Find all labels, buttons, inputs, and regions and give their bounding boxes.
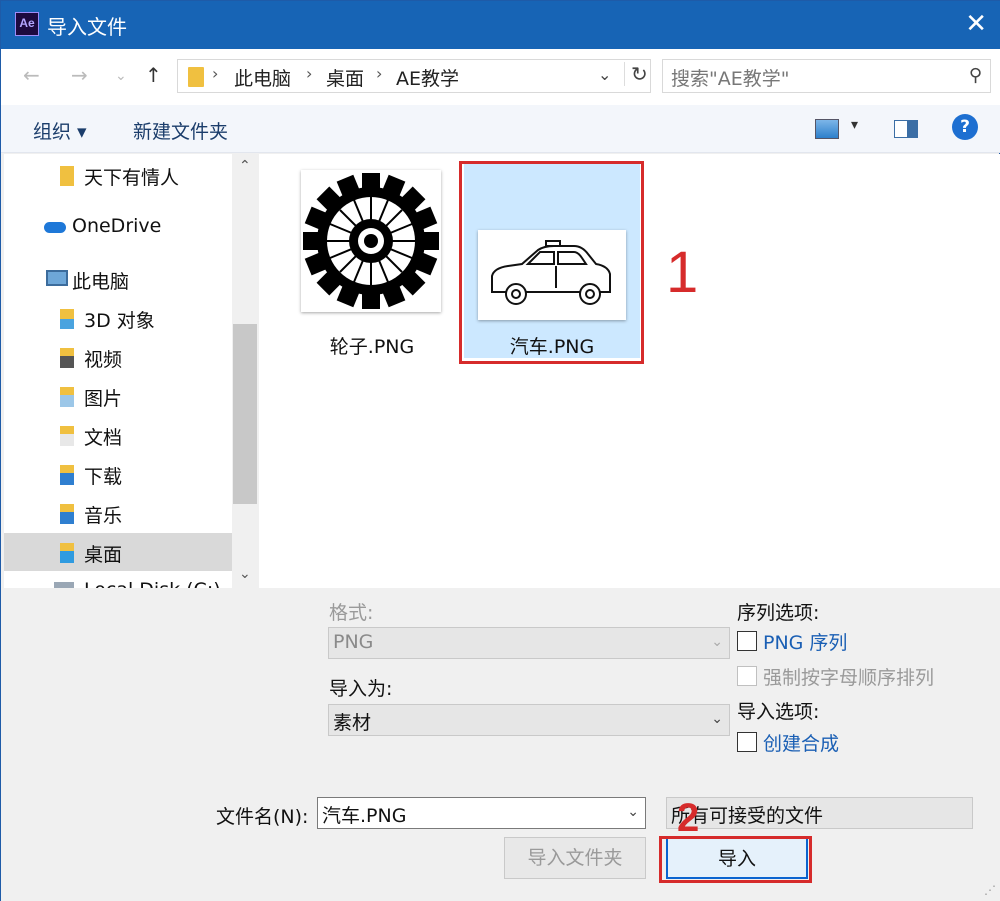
forward-arrow-icon[interactable]: →: [71, 63, 88, 87]
scroll-down-icon[interactable]: ⌄: [239, 566, 251, 582]
nav-item-label: 桌面: [84, 544, 123, 566]
nav-item-videos[interactable]: 视频: [4, 338, 232, 376]
refresh-icon[interactable]: ↻: [624, 62, 648, 86]
format-select: PNG ⌄: [328, 627, 730, 659]
title-bar: Ae 导入文件 ✕: [1, 1, 1000, 49]
change-view-icon[interactable]: [815, 119, 839, 139]
back-arrow-icon[interactable]: ←: [23, 63, 40, 87]
videos-folder-icon: [60, 348, 74, 368]
nav-item-3d-objects[interactable]: 3D 对象: [4, 299, 232, 337]
nav-item-label: 视频: [84, 349, 123, 371]
address-row: ← → ⌄ ↑ › 此电脑 › 桌面 › AE教学 ⌄ ↻ 搜索"AE教学" ⚲: [1, 49, 1000, 105]
nav-item-local-disk[interactable]: Local Disk (C:): [4, 572, 232, 588]
breadcrumb-desktop[interactable]: 桌面: [326, 64, 364, 91]
gear-wheel-icon: [303, 173, 439, 309]
file-name: 轮子.PNG: [329, 336, 415, 358]
command-toolbar: 组织 ▾ 新建文件夹 ▾: [1, 105, 1000, 153]
sequence-options-label: 序列选项:: [737, 602, 820, 624]
help-icon[interactable]: ?: [952, 114, 978, 140]
scrollbar-thumb[interactable]: [233, 324, 257, 504]
breadcrumb-separator-icon[interactable]: ›: [212, 64, 218, 83]
nav-item-label: OneDrive: [72, 215, 162, 237]
onedrive-icon: [44, 222, 66, 233]
desktop-folder-icon: [60, 543, 74, 563]
after-effects-app-icon: Ae: [15, 12, 39, 36]
nav-item-label: 天下有情人: [84, 167, 180, 189]
nav-item-desktop[interactable]: 桌面: [4, 533, 232, 571]
create-composition-label[interactable]: 创建合成: [763, 729, 839, 756]
gear-wheel-thumbnail: [301, 170, 441, 312]
search-input[interactable]: 搜索"AE教学" ⚲: [662, 59, 991, 93]
force-alphabetical-checkbox: [737, 666, 757, 686]
import-as-value: 素材: [333, 712, 372, 734]
import-as-label: 导入为:: [329, 678, 393, 700]
import-as-select[interactable]: 素材 ⌄: [328, 704, 730, 736]
nav-item-this-pc[interactable]: 此电脑: [4, 260, 232, 298]
filename-value: 汽车.PNG: [322, 805, 407, 827]
filename-label: 文件名(N):: [216, 806, 309, 828]
up-arrow-icon[interactable]: ↑: [145, 63, 162, 87]
scroll-up-icon[interactable]: ⌃: [239, 158, 251, 174]
recent-locations-chevron-icon[interactable]: ⌄: [115, 68, 127, 84]
annotation-box-import: [659, 836, 812, 883]
nav-item-downloads[interactable]: 下载: [4, 455, 232, 493]
import-file-dialog: Ae 导入文件 ✕ ← → ⌄ ↑ › 此电脑 › 桌面 › AE教学 ⌄ ↻ …: [0, 0, 1000, 901]
annotation-step-1: 1: [666, 240, 699, 305]
format-value: PNG: [333, 631, 374, 653]
folder-icon: [60, 166, 74, 186]
music-folder-icon: [60, 504, 74, 524]
view-options-dropdown-icon[interactable]: ▾: [851, 117, 858, 133]
annotation-box-file: [459, 161, 644, 364]
nav-item-music[interactable]: 音乐: [4, 494, 232, 532]
chevron-down-icon: ⌄: [711, 634, 723, 650]
import-folder-button: 导入文件夹: [504, 837, 646, 879]
nav-item-label: 音乐: [84, 505, 123, 527]
nav-item-label: 下载: [84, 466, 123, 488]
computer-icon: [46, 270, 68, 286]
chevron-down-icon[interactable]: ⌄: [711, 711, 723, 727]
pictures-folder-icon: [60, 387, 74, 407]
breadcrumb-this-pc[interactable]: 此电脑: [234, 64, 291, 91]
navigation-pane: 天下有情人 OneDrive 此电脑 3D 对象 视频 图片 文档 下载 音乐 …: [4, 154, 232, 588]
address-dropdown-icon[interactable]: ⌄: [598, 65, 611, 84]
import-options-label: 导入选项:: [737, 701, 820, 723]
nav-item-folder[interactable]: 天下有情人: [4, 156, 232, 194]
window-title: 导入文件: [47, 15, 127, 39]
search-icon[interactable]: ⚲: [969, 65, 982, 86]
breadcrumb-separator-icon[interactable]: ›: [376, 64, 382, 83]
png-sequence-label[interactable]: PNG 序列: [763, 628, 847, 655]
documents-folder-icon: [60, 426, 74, 446]
file-item[interactable]: 轮子.PNG: [295, 162, 449, 358]
close-icon[interactable]: ✕: [965, 9, 987, 39]
preview-pane-icon[interactable]: [894, 120, 918, 138]
resize-grip-icon[interactable]: ⋰: [984, 883, 996, 897]
address-bar[interactable]: › 此电脑 › 桌面 › AE教学 ⌄ ↻: [177, 59, 651, 93]
downloads-folder-icon: [60, 465, 74, 485]
filename-input[interactable]: 汽车.PNG ⌄: [317, 797, 646, 829]
nav-item-documents[interactable]: 文档: [4, 416, 232, 454]
organize-menu-button[interactable]: 组织 ▾: [33, 117, 87, 144]
nav-item-label: 文档: [84, 427, 123, 449]
format-label: 格式:: [329, 602, 374, 624]
nav-item-label: 此电脑: [72, 271, 130, 293]
new-folder-button[interactable]: 新建文件夹: [133, 117, 228, 144]
png-sequence-checkbox[interactable]: [737, 631, 757, 651]
import-options-area: 格式: PNG ⌄ 导入为: 素材 ⌄ 序列选项: PNG 序列 强制按字母顺序…: [1, 588, 1000, 901]
nav-item-label: 3D 对象: [84, 310, 155, 332]
nav-item-pictures[interactable]: 图片: [4, 377, 232, 415]
nav-item-onedrive[interactable]: OneDrive: [4, 208, 232, 246]
nav-scrollbar[interactable]: ⌃ ⌄: [232, 154, 258, 588]
breadcrumb-separator-icon[interactable]: ›: [306, 64, 312, 83]
nav-item-label: 图片: [84, 388, 123, 410]
folder-icon: [188, 67, 204, 87]
nav-item-label: Local Disk (C:): [84, 579, 221, 588]
breadcrumb-ae-folder[interactable]: AE教学: [396, 64, 459, 91]
3d-objects-folder-icon: [60, 309, 74, 329]
create-composition-checkbox[interactable]: [737, 732, 757, 752]
annotation-step-2: 2: [677, 796, 700, 840]
search-placeholder: 搜索"AE教学": [671, 68, 790, 90]
file-type-select[interactable]: 所有可接受的文件: [666, 797, 973, 829]
chevron-down-icon[interactable]: ⌄: [627, 804, 639, 820]
force-alphabetical-label: 强制按字母顺序排列: [763, 667, 935, 689]
